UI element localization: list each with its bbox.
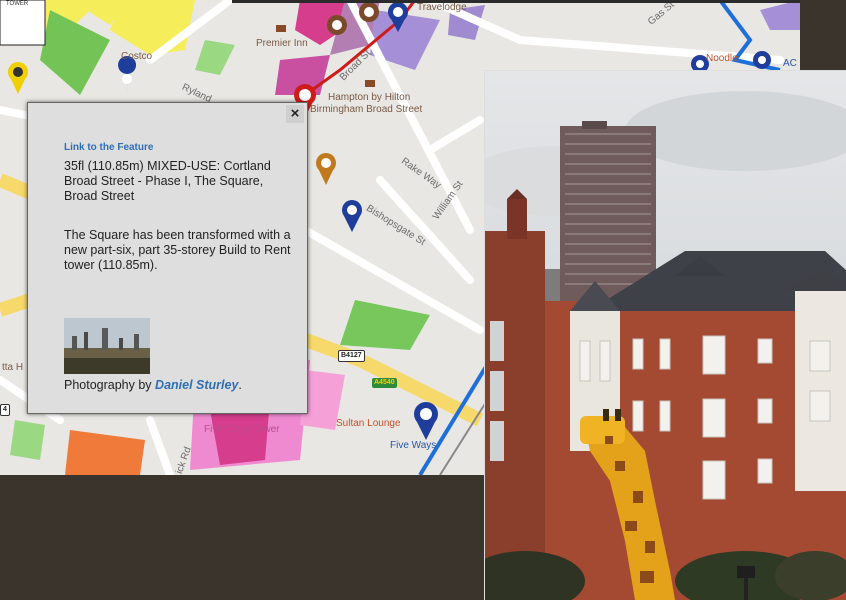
map-marker-blue[interactable] [753, 51, 771, 69]
map-marker-yellow[interactable] [8, 62, 28, 94]
landuse-park [195, 40, 235, 75]
landuse-park [340, 300, 430, 350]
map-label-noodle: Noodle [706, 53, 738, 64]
landuse-park [10, 420, 45, 460]
photographer-link[interactable]: Daniel Sturley [155, 378, 238, 392]
map-label-ac: AC H [783, 58, 800, 69]
right-strip [800, 0, 846, 70]
map-label-premier-inn: Premier Inn [256, 38, 308, 49]
map-label-travelodge: Travelodge [417, 2, 467, 13]
map-label-costco: Costco [121, 51, 153, 62]
map-label-tower: TOWER [6, 1, 29, 7]
map-marker-brown[interactable] [327, 15, 347, 35]
landuse-orange [65, 430, 145, 475]
credit-prefix: Photography by [64, 378, 156, 392]
map-label-etta: tta H [2, 362, 24, 373]
map-marker-brown[interactable] [359, 2, 379, 22]
feature-thumbnail[interactable] [64, 318, 150, 374]
road-shield-a4540: A4540 [372, 378, 397, 388]
map-label-sultan-lounge: Sultan Lounge [336, 418, 401, 429]
map-marker-orange[interactable] [316, 153, 336, 185]
hotel-icon [276, 25, 286, 32]
map-label-five-ways-tower: Five Ways Tower [204, 424, 280, 435]
hotel-icon [365, 80, 375, 87]
road-shield-b4127: B4127 [338, 350, 365, 362]
photo-illustration [485, 71, 846, 600]
feature-description: The Square has been transformed with a n… [64, 228, 291, 272]
feature-popup: × Link to the Feature 35fl (110.85m) MIX… [27, 102, 308, 414]
credit-suffix: . [238, 378, 242, 392]
map-marker-blue[interactable] [342, 200, 362, 232]
photo-credit: Photography by Daniel Sturley. [64, 378, 242, 392]
landuse-residential [110, 0, 195, 55]
feature-photo[interactable] [484, 70, 846, 600]
road-shield-4: 4 [0, 404, 10, 416]
map-label-hampton: Hampton by Hilton [328, 92, 411, 103]
feature-link[interactable]: Link to the Feature [64, 142, 153, 153]
close-button[interactable]: × [286, 105, 304, 123]
landuse-park [40, 10, 110, 95]
map-marker-blue[interactable] [414, 402, 438, 440]
map-label-five-ways: Five Ways [390, 440, 437, 451]
feature-title: 35fl (110.85m) MIXED-USE: Cortland Broad… [64, 159, 271, 203]
map-label-hampton-2: Birmingham Broad Street [310, 104, 423, 115]
top-strip [232, 0, 800, 3]
landuse-purple [760, 0, 800, 30]
